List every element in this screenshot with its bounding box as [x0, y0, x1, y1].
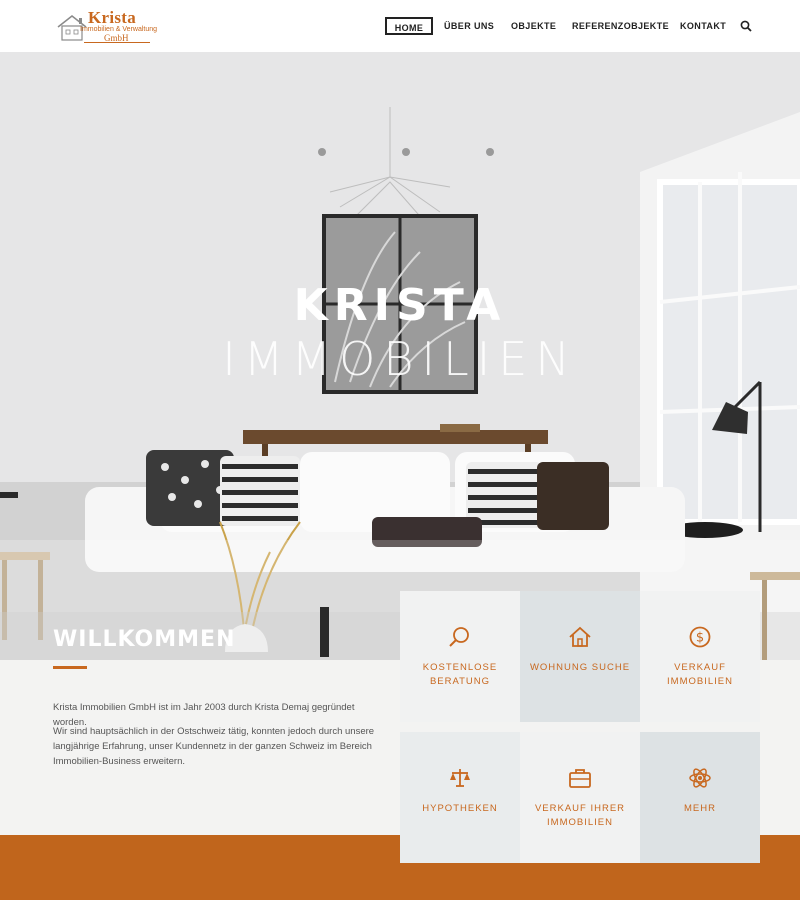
service-label: VERKAUF IHRER IMMOBILIEN	[534, 803, 626, 828]
service-label: KOSTENLOSE BERATUNG	[422, 662, 498, 687]
service-label: HYPOTHEKEN	[422, 803, 498, 814]
briefcase-icon	[569, 769, 591, 788]
nav-referenzobjekte[interactable]: REFERENZOBJEKTE	[572, 17, 669, 35]
service-label: MEHR	[684, 803, 716, 814]
service-tile-kostenlose-beratung[interactable]: KOSTENLOSE BERATUNG	[400, 591, 520, 722]
magnifier-icon	[449, 627, 469, 647]
nav-objekte[interactable]: OBJEKTE	[511, 17, 556, 35]
svg-text:$: $	[696, 631, 704, 646]
title-underline	[53, 666, 87, 669]
atom-icon	[689, 768, 711, 788]
logo-name: Krista	[88, 8, 137, 27]
logo-underline	[84, 42, 150, 43]
hero-banner: KRISTA IMMOBILIEN	[0, 52, 800, 660]
service-tile-mehr[interactable]: MEHR	[640, 732, 760, 863]
intro-paragraph-2: Wir sind hauptsächlich in der Ostschweiz…	[53, 726, 375, 767]
service-tile-wohnung-suche[interactable]: WOHNUNG SUCHE	[520, 591, 640, 722]
scales-icon	[450, 769, 470, 787]
house-icon	[569, 626, 591, 647]
hero-title: KRISTA	[293, 280, 507, 331]
service-tile-hypotheken[interactable]: HYPOTHEKEN	[400, 732, 520, 863]
service-label: WOHNUNG SUCHE	[529, 662, 631, 673]
service-label: VERKAUF IMMOBILIEN	[667, 662, 733, 687]
nav-home[interactable]: HOME	[385, 17, 433, 35]
service-tile-verkauf-immobilien[interactable]: $ VERKAUF IMMOBILIEN	[640, 591, 760, 722]
nav-ueber-uns[interactable]: ÜBER UNS	[444, 17, 494, 35]
hero-subtitle: IMMOBILIEN	[222, 332, 578, 386]
logo[interactable]: Krista Immobilien & Verwaltung GmbH	[56, 8, 157, 43]
search-icon[interactable]	[740, 20, 752, 32]
section-title-willkommen: WILLKOMMEN	[53, 627, 236, 652]
nav-kontakt[interactable]: KONTAKT	[680, 17, 726, 35]
dollar-coin-icon: $	[689, 626, 711, 648]
site-header: Krista Immobilien & Verwaltung GmbH HOME…	[0, 0, 800, 52]
service-tile-verkauf-ihrer-immobilien[interactable]: VERKAUF IHRER IMMOBILIEN	[520, 732, 640, 863]
